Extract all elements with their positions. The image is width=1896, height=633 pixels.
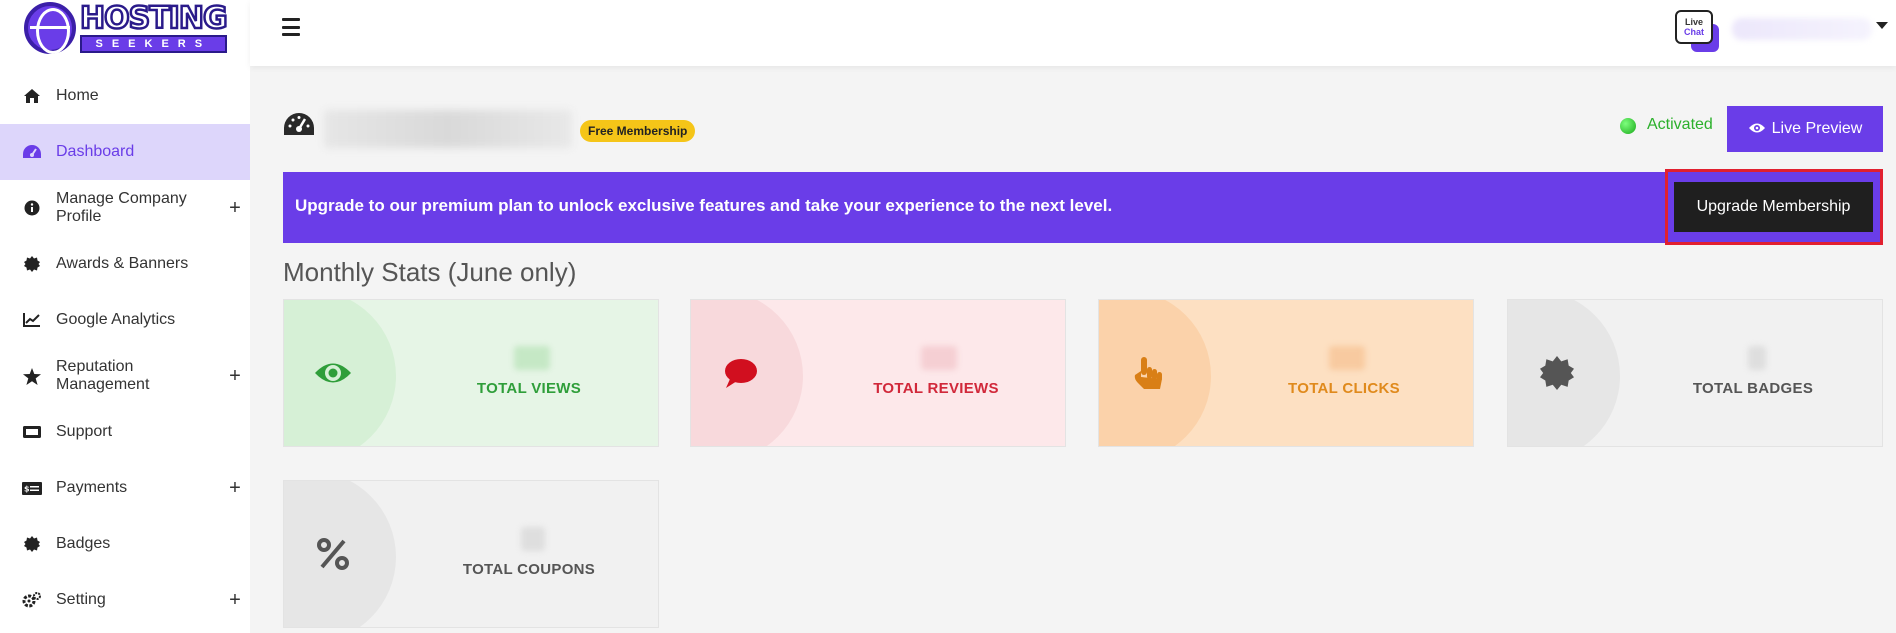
home-icon <box>22 86 42 106</box>
status-indicator-icon <box>1620 118 1636 134</box>
gauge-icon <box>22 142 42 162</box>
top-bar: Live Chat <box>250 0 1896 66</box>
stat-value-blurred <box>921 346 957 370</box>
svg-text:$: $ <box>24 484 30 493</box>
brand-logo[interactable]: HOSTING SEEKERS <box>24 1 229 54</box>
upgrade-membership-button[interactable]: Upgrade Membership <box>1674 182 1873 232</box>
stat-card-total-reviews[interactable]: TOTAL REVIEWS <box>690 299 1066 447</box>
sidebar-item-label: Payments <box>56 479 128 496</box>
stat-value-blurred <box>1329 346 1365 370</box>
money-icon: $ <box>22 478 42 498</box>
live-preview-label: Live Preview <box>1771 120 1863 137</box>
logo-main-text: HOSTING <box>79 1 229 36</box>
line-chart-icon <box>22 310 42 330</box>
pointer-hand-icon <box>1127 352 1169 394</box>
stat-card-total-badges[interactable]: TOTAL BADGES <box>1507 299 1883 447</box>
user-name-blurred[interactable] <box>1732 18 1872 40</box>
upgrade-banner-text: Upgrade to our premium plan to unlock ex… <box>295 196 1113 215</box>
sidebar-item-label: Dashboard <box>56 143 135 160</box>
eye-icon <box>1748 121 1766 138</box>
stat-value-blurred <box>1748 346 1766 370</box>
sidebar-item-payments[interactable]: $ Payments + <box>0 460 250 516</box>
sidebar-item-support[interactable]: Support <box>0 404 250 460</box>
stat-card-total-clicks[interactable]: TOTAL CLICKS <box>1098 299 1474 447</box>
hamburger-menu-icon[interactable] <box>282 18 300 36</box>
globe-logo-icon <box>24 2 76 54</box>
sidebar-item-awards-banners[interactable]: Awards & Banners <box>0 236 250 292</box>
info-icon <box>22 198 42 218</box>
stat-label: TOTAL CLICKS <box>1288 380 1400 397</box>
stat-value-blurred <box>514 346 550 370</box>
sidebar-item-dashboard[interactable]: Dashboard <box>0 124 250 180</box>
expand-plus-icon[interactable]: + <box>220 365 250 388</box>
sidebar-item-google-analytics[interactable]: Google Analytics <box>0 292 250 348</box>
certificate-icon <box>22 534 42 554</box>
sidebar-item-reputation-management[interactable]: Reputation Management + <box>0 348 250 404</box>
sidebar-item-label: Badges <box>56 535 111 552</box>
company-name-blurred <box>324 110 572 148</box>
monthly-stats-title: Monthly Stats (June only) <box>283 257 577 287</box>
certificate-icon <box>1536 352 1578 394</box>
stat-card-total-views[interactable]: TOTAL VIEWS <box>283 299 659 447</box>
live-chat-label-line1: Live <box>1684 17 1703 27</box>
certificate-icon <box>22 254 42 274</box>
sidebar-item-setting[interactable]: Setting + <box>0 572 250 628</box>
stat-label: TOTAL BADGES <box>1692 380 1814 397</box>
status-text: Activated <box>1647 116 1713 133</box>
stat-label: TOTAL REVIEWS <box>873 380 999 397</box>
user-menu-caret-icon[interactable] <box>1876 22 1888 29</box>
sidebar-item-home[interactable]: Home <box>0 68 250 124</box>
sidebar-item-label: Reputation Management <box>56 358 150 393</box>
sidebar-item-label: Google Analytics <box>56 311 176 328</box>
membership-badge: Free Membership <box>580 120 696 142</box>
live-chat-icon[interactable]: Live Chat <box>1675 10 1721 56</box>
sidebar-item-label: Setting <box>56 591 106 608</box>
stat-label: TOTAL COUPONS <box>462 561 596 578</box>
logo-sub-text: SEEKERS <box>80 35 227 53</box>
live-chat-label-line2: Chat <box>1684 27 1704 37</box>
sidebar-item-label: Support <box>56 423 113 440</box>
expand-plus-icon[interactable]: + <box>220 477 250 500</box>
ticket-icon <box>22 422 42 442</box>
sidebar-item-manage-company-profile[interactable]: Manage Company Profile + <box>0 180 250 236</box>
upgrade-banner: Upgrade to our premium plan to unlock ex… <box>283 169 1883 245</box>
stat-value-blurred <box>521 527 545 551</box>
comment-icon <box>719 352 761 394</box>
live-preview-button[interactable]: Live Preview <box>1727 106 1883 152</box>
expand-plus-icon[interactable]: + <box>220 589 250 612</box>
sidebar-item-label: Awards & Banners <box>56 255 189 272</box>
sidebar: HOSTING SEEKERS Home Dashboard Manage Co… <box>0 0 250 633</box>
expand-plus-icon[interactable]: + <box>220 197 250 220</box>
gears-icon <box>22 590 42 610</box>
star-icon <box>22 366 42 386</box>
stat-card-total-coupons[interactable]: TOTAL COUPONS <box>283 480 659 628</box>
sidebar-item-label: Manage Company Profile <box>56 190 187 225</box>
sidebar-item-badges[interactable]: Badges <box>0 516 250 572</box>
sidebar-item-label: Home <box>56 87 99 104</box>
stat-label: TOTAL VIEWS <box>476 380 582 397</box>
dashboard-gauge-icon <box>283 112 315 136</box>
eye-icon <box>312 352 354 394</box>
percent-icon <box>312 533 354 575</box>
